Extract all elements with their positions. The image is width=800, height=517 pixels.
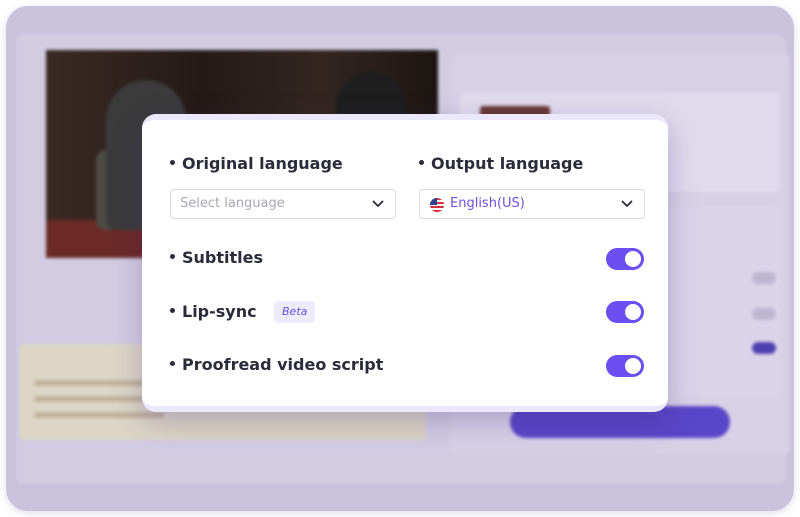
bullet-icon [170,308,175,313]
output-language-select[interactable]: English(US) [419,189,645,219]
chevron-down-icon [372,200,384,207]
bullet-icon [170,160,175,165]
lip-sync-toggle[interactable] [606,301,644,323]
app-window: Original language Select language Output… [6,6,794,511]
toggle-knob [625,304,641,320]
beta-badge: Beta [274,301,316,323]
bullet-icon [419,160,424,165]
chevron-down-icon [621,200,633,207]
original-language-select[interactable]: Select language [170,189,396,219]
original-language-label: Original language [170,154,343,173]
toggle-knob [625,251,641,267]
us-flag-icon [430,198,444,212]
lip-sync-label: Lip-sync [170,302,257,321]
output-language-value: English(US) [450,196,525,211]
toggle-knob [625,358,641,374]
proofread-toggle[interactable] [606,355,644,377]
output-language-label: Output language [419,154,583,173]
subtitles-label: Subtitles [170,248,263,267]
translation-settings-modal: Original language Select language Output… [142,114,668,412]
proofread-label: Proofread video script [170,355,383,374]
bullet-icon [170,361,175,366]
bullet-icon [170,254,175,259]
original-language-placeholder: Select language [180,196,285,211]
subtitles-toggle[interactable] [606,248,644,270]
